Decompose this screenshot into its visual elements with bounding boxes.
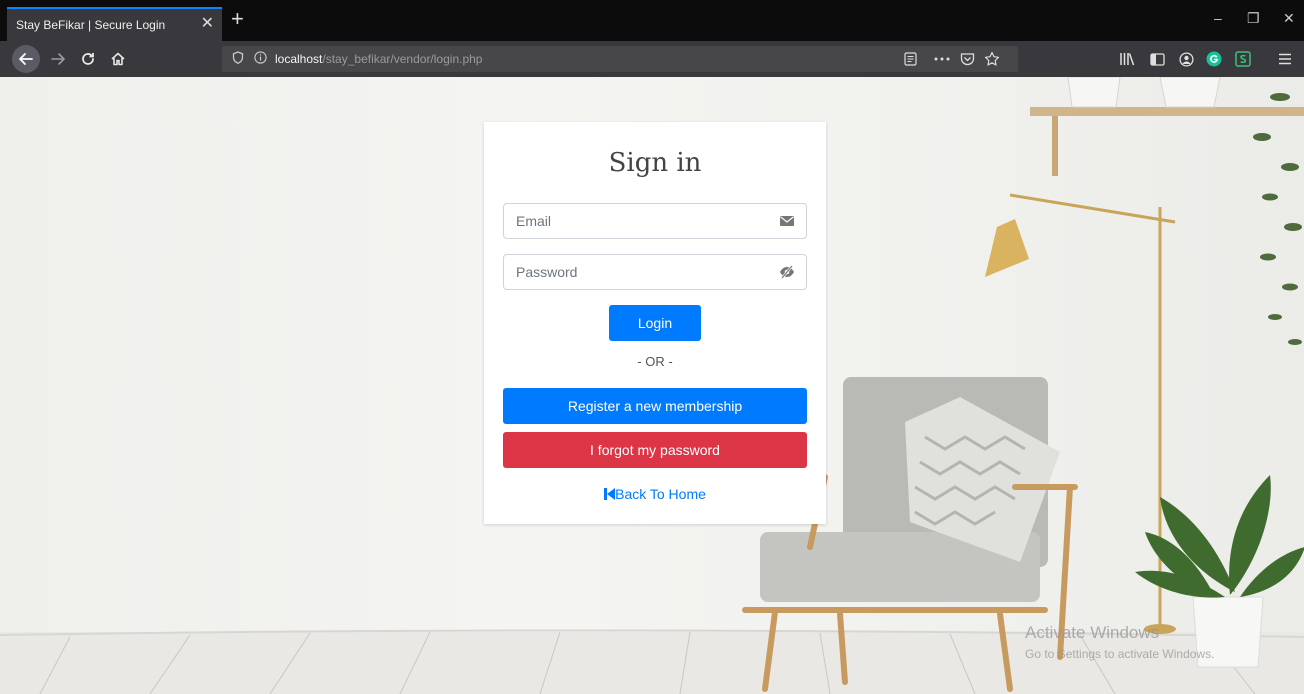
step-backward-icon: [604, 488, 616, 500]
nav-toolbar: localhost /stay_befikar/vendor/login.php: [0, 41, 1304, 77]
shield-icon[interactable]: [232, 51, 244, 67]
forgot-password-button[interactable]: I forgot my password: [503, 432, 807, 468]
star-icon[interactable]: [984, 46, 1000, 72]
account-icon[interactable]: [1177, 50, 1195, 68]
activation-watermark-subtitle: Go to Settings to activate Windows.: [1025, 647, 1215, 661]
back-to-home-label: Back To Home: [615, 486, 706, 502]
tab-close-icon[interactable]: ✕: [201, 15, 214, 33]
url-bar[interactable]: localhost /stay_befikar/vendor/login.php: [222, 46, 1018, 72]
login-card: Sign in Login - OR - Register a new memb…: [484, 122, 826, 524]
tab-bar: Stay BeFikar | Secure Login ✕ + – ❐ ✕: [0, 0, 1304, 41]
envelope-icon: [780, 216, 794, 226]
or-divider: - OR -: [637, 354, 673, 369]
extension-g-icon[interactable]: [1205, 50, 1223, 68]
eye-slash-icon[interactable]: [779, 265, 795, 279]
extension-s-icon[interactable]: [1234, 50, 1252, 68]
page-title: Sign in: [608, 148, 702, 178]
new-tab-button[interactable]: +: [231, 8, 244, 30]
forward-icon[interactable]: [44, 45, 72, 73]
minimize-icon[interactable]: –: [1214, 10, 1222, 26]
tab-title: Stay BeFikar | Secure Login: [16, 18, 166, 32]
close-window-icon[interactable]: ✕: [1283, 10, 1295, 27]
email-input[interactable]: [504, 204, 764, 238]
menu-icon[interactable]: [1276, 50, 1294, 68]
password-input[interactable]: [504, 255, 764, 289]
reader-icon[interactable]: [904, 46, 917, 72]
pocket-icon[interactable]: [960, 46, 975, 72]
activation-watermark-title: Activate Windows: [1025, 623, 1160, 642]
sidebar-icon[interactable]: [1148, 50, 1166, 68]
register-button[interactable]: Register a new membership: [503, 388, 807, 424]
email-field[interactable]: [503, 203, 807, 239]
back-icon[interactable]: [12, 45, 40, 73]
url-host: localhost: [275, 52, 323, 66]
library-icon[interactable]: [1118, 50, 1136, 68]
home-icon[interactable]: [104, 45, 132, 73]
password-field[interactable]: [503, 254, 807, 290]
restore-icon[interactable]: ❐: [1247, 10, 1260, 27]
login-button[interactable]: Login: [609, 305, 701, 341]
reload-icon[interactable]: [74, 45, 102, 73]
info-icon[interactable]: [254, 51, 267, 67]
url-path: /stay_befikar/vendor/login.php: [322, 52, 483, 66]
page-viewport: Sign in Login - OR - Register a new memb…: [0, 77, 1304, 694]
back-to-home-link[interactable]: Back To Home: [484, 486, 826, 502]
browser-tab[interactable]: Stay BeFikar | Secure Login ✕: [7, 7, 222, 41]
more-icon[interactable]: [934, 46, 950, 72]
